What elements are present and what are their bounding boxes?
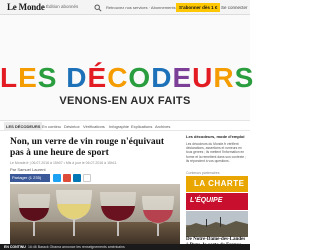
sidebar-description: Les décodeurs du Monde.fr vérifient décl… [186,142,246,163]
charte-label: LA CHARTE [194,179,245,188]
site-logo[interactable]: Le Monde [7,2,45,13]
share-row: Partager (1 235) [10,174,180,183]
banner-title[interactable]: LES DÉCODEURS [0,62,253,93]
top-links[interactable]: Retrouvez nos services · Abonnements [106,5,176,10]
twitter-share-button[interactable] [53,174,61,182]
login-link[interactable]: Se connecter [221,5,248,10]
ticker-text[interactable]: 16:46 Barack Obama annonce les renseigne… [28,244,125,250]
nav-item-infographie[interactable]: Infographie [109,124,129,129]
banner-letter: E [172,62,193,93]
email-share-button[interactable] [83,174,91,182]
equipe-label: L'ÉQUIPE [190,197,223,204]
banner-letter: R [213,62,235,93]
ad-landscape-image[interactable] [186,211,248,237]
banner-letter: O [128,62,152,93]
linkedin-share-button[interactable] [73,174,81,182]
right-sidebar: Les décodeurs, mode d'emploi Les décodeu… [186,131,250,250]
article-title: Non, un verre de vin rouge n'équivaut pa… [10,137,165,158]
banner-tagline: VENONS-EN AUX FAITS [59,95,191,107]
article-meta: Le Monde.fr | 06.07.2016 à 15h07 • Mis à… [10,161,117,165]
edition-label[interactable]: Édition abonnés [46,4,78,9]
news-ticker: EN CONTINU 16:46 Barack Obama annonce le… [0,244,250,250]
banner-letter: E [18,62,38,93]
equipe-link[interactable]: L'ÉQUIPE [186,193,248,210]
sidebar-heading[interactable]: Les décodeurs, mode d'emploi [186,134,245,139]
facebook-share-button[interactable]: Partager (1 235) [10,174,50,182]
section-nav: LES DÉCODEURS En continu Désintox Vérifi… [0,122,250,131]
banner-letter: L [0,62,19,93]
nav-item-decodeurs[interactable]: LES DÉCODEURS [4,122,43,131]
partner-label: Contenus partenaires [186,171,220,175]
article-author[interactable]: Par Samuel Laurent [10,167,46,172]
nav-item-en-continu[interactable]: En continu [42,124,61,129]
wine-glasses-photo [10,184,180,244]
charte-link[interactable]: LA CHARTE [186,176,248,192]
banner-letter: U [192,62,214,93]
banner-letter: C [107,62,129,93]
top-bar: Le Monde Édition abonnés Retrouvez nos s… [0,0,250,15]
decodeurs-banner: LES DÉCODEURS VENONS-EN AUX FAITS [0,15,253,121]
nav-item-verifications[interactable]: Vérifications [83,124,105,129]
nav-item-explications[interactable]: Explications [131,124,152,129]
banner-letter: D [66,62,88,93]
google-share-button[interactable] [63,174,71,182]
ticker-label[interactable]: EN CONTINU [4,244,26,250]
nav-item-archives[interactable]: Archives [155,124,170,129]
banner-letter [57,63,66,93]
banner-letter: D [151,62,173,93]
nav-item-desintox[interactable]: Désintox [64,124,80,129]
subscribe-button[interactable]: S'abonner dès 1 € [176,3,221,12]
banner-letter: S [37,62,58,93]
banner-letter: É [87,62,108,93]
search-icon[interactable] [94,4,102,12]
banner-letter: S [234,62,255,93]
